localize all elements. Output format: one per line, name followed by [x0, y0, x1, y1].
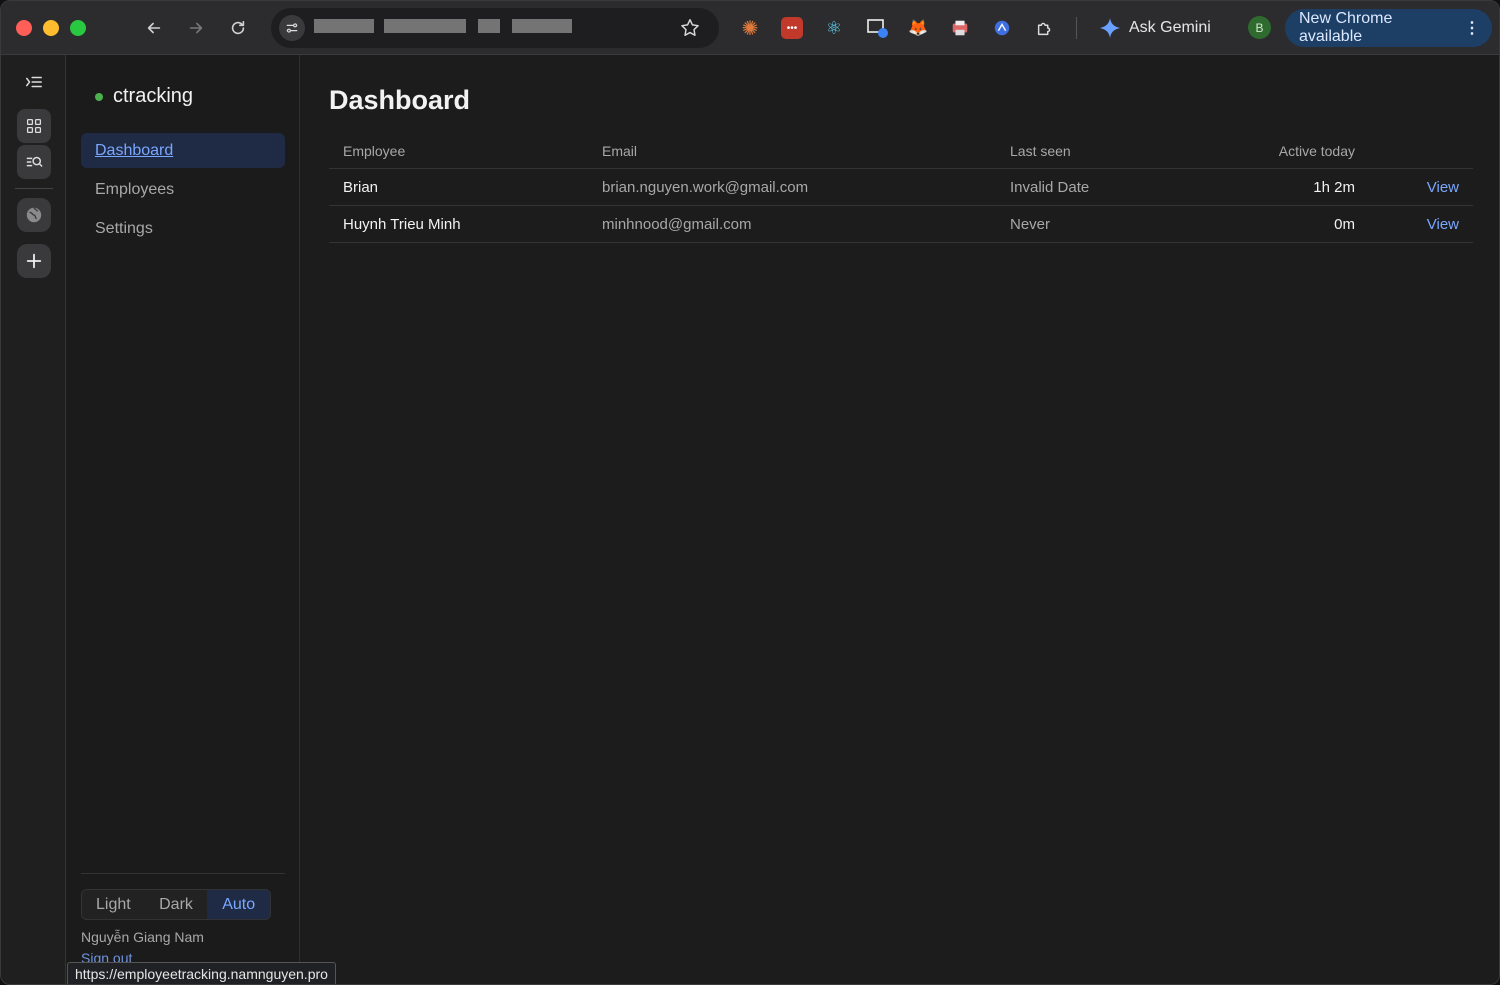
app-rail	[1, 55, 66, 984]
column-header-employee[interactable]: Employee	[343, 133, 583, 168]
search-list-button[interactable]	[17, 145, 51, 179]
sidebar-toggle-icon	[26, 76, 42, 88]
view-link[interactable]: View	[1369, 206, 1459, 242]
sidebar-item-dashboard[interactable]: Dashboard	[81, 133, 285, 168]
reload-button[interactable]	[225, 15, 251, 41]
active-today: 0m	[1334, 215, 1355, 233]
theme-toggle: Light Dark Auto	[81, 889, 271, 920]
table-row: Huynh Trieu Minh minhnood@gmail.com Neve…	[329, 206, 1473, 243]
globe-icon	[26, 207, 42, 223]
employee-table: Employee Email Last seen Active today Br…	[329, 133, 1473, 243]
main-content: Dashboard Employee Email Last seen Activ…	[301, 55, 1499, 984]
employee-email: minhnood@gmail.com	[602, 215, 752, 233]
sidebar-item-employees[interactable]: Employees	[81, 172, 285, 207]
redacted-url	[512, 19, 572, 33]
bookmark-star-icon[interactable]	[679, 17, 701, 39]
employee-name: Huynh Trieu Minh	[343, 215, 461, 233]
ask-gemini-label: Ask Gemini	[1129, 19, 1211, 36]
chrome-update-button[interactable]: New Chrome available ⋮	[1285, 9, 1492, 47]
gemini-icon	[1099, 17, 1121, 39]
employee-email: brian.nguyen.work@gmail.com	[602, 178, 809, 196]
extension-sun-icon[interactable]: ✺	[739, 17, 761, 40]
site-info-icon[interactable]	[279, 15, 305, 41]
sidebar-divider	[81, 873, 285, 874]
grid-icon	[26, 118, 42, 134]
grid-button[interactable]	[17, 109, 51, 143]
extensions-icon[interactable]	[1034, 17, 1056, 39]
plus-icon	[26, 253, 42, 269]
theme-dark-option[interactable]: Dark	[145, 890, 208, 919]
column-header-last-seen[interactable]: Last seen	[1010, 133, 1210, 168]
status-dot	[95, 92, 103, 101]
browser-window: ✺ ••• ⚛ 🦊 Ask Gemini B New Chrome availa…	[0, 0, 1500, 985]
active-today: 1h 2m	[1313, 178, 1355, 196]
last-seen: Never	[1010, 215, 1051, 233]
extension-fox-icon[interactable]: 🦊	[907, 17, 929, 39]
chrome-update-label: New Chrome available	[1299, 10, 1393, 45]
sidebar-item-settings[interactable]: Settings	[81, 211, 285, 246]
brand[interactable]: ctracking	[95, 85, 193, 108]
redacted-url	[314, 19, 374, 33]
forward-icon	[189, 22, 203, 34]
extension-print-icon[interactable]	[949, 17, 971, 39]
reload-icon	[231, 20, 245, 35]
sidebar-toggle-button[interactable]	[17, 65, 51, 99]
theme-auto-option[interactable]: Auto	[207, 890, 270, 919]
status-url-tooltip: https://employeetracking.namnguyen.pro	[67, 962, 336, 984]
extension-window-icon[interactable]	[867, 17, 889, 39]
extension-red-icon[interactable]: •••	[781, 17, 803, 39]
forward-button[interactable]	[183, 15, 209, 41]
redacted-url	[478, 19, 500, 33]
back-button[interactable]	[141, 15, 167, 41]
back-icon	[147, 22, 161, 34]
ask-gemini-button[interactable]: Ask Gemini	[1099, 14, 1211, 42]
last-seen: Invalid Date	[1010, 178, 1090, 196]
rail-divider	[15, 188, 53, 189]
table-header-row: Employee Email Last seen Active today	[329, 133, 1473, 169]
add-button[interactable]	[17, 244, 51, 278]
column-header-active-today[interactable]: Active today	[1209, 133, 1355, 168]
search-list-icon	[26, 156, 43, 168]
redacted-url	[384, 19, 466, 33]
browser-toolbar: ✺ ••• ⚛ 🦊 Ask Gemini B New Chrome availa…	[1, 1, 1499, 55]
user-name: Nguyễn Giang Nam	[81, 929, 204, 945]
page-title: Dashboard	[329, 85, 471, 115]
brand-name: ctracking	[113, 85, 194, 107]
more-menu-icon[interactable]: ⋮	[1464, 18, 1480, 38]
toolbar-divider	[1076, 17, 1077, 39]
minimize-window-button[interactable]	[43, 20, 59, 36]
address-bar[interactable]	[271, 8, 719, 48]
sidebar: ctracking Dashboard Employees Settings L…	[67, 55, 300, 984]
view-link[interactable]: View	[1369, 169, 1459, 205]
extension-react-icon[interactable]: ⚛	[823, 17, 845, 39]
extension-circle-icon[interactable]	[991, 17, 1013, 39]
profile-avatar[interactable]: B	[1248, 16, 1271, 39]
maximize-window-button[interactable]	[70, 20, 86, 36]
column-header-email[interactable]: Email	[602, 133, 982, 168]
theme-light-option[interactable]: Light	[82, 890, 145, 919]
close-window-button[interactable]	[16, 20, 32, 36]
table-row: Brian brian.nguyen.work@gmail.com Invali…	[329, 169, 1473, 206]
employee-name: Brian	[343, 178, 379, 196]
globe-button[interactable]	[17, 198, 51, 232]
